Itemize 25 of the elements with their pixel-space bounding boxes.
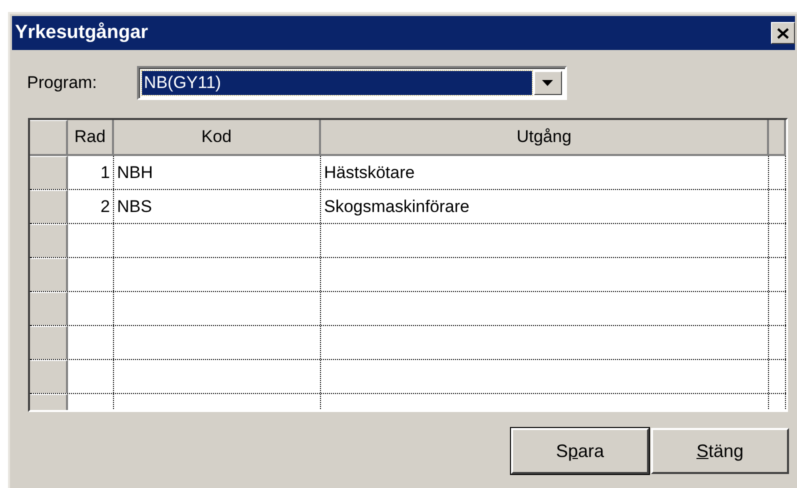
table-cell: Hästskötare <box>321 156 769 189</box>
table-cell: NBH <box>114 156 321 189</box>
row-header[interactable] <box>30 190 68 223</box>
dialog-button[interactable]: Spara <box>511 428 649 474</box>
caret-icon <box>542 80 554 86</box>
column-header[interactable]: Utgång <box>321 120 769 154</box>
row-header[interactable] <box>30 292 68 325</box>
table-cell: Skogsmaskinförare <box>321 190 769 223</box>
table-cell: 1 <box>68 156 114 189</box>
column-header[interactable]: Rad <box>68 120 114 154</box>
table-cell: NBS <box>114 190 321 223</box>
row-header[interactable] <box>30 258 68 291</box>
row-header[interactable] <box>30 156 68 189</box>
dialog-button[interactable]: Stäng <box>651 428 789 474</box>
table-cell: 2 <box>68 190 114 223</box>
program-label: Program: <box>27 73 97 93</box>
row-header[interactable] <box>30 360 68 393</box>
close-button[interactable] <box>771 22 795 44</box>
row-header[interactable] <box>30 326 68 359</box>
program-dropdown[interactable]: NB(GY11) <box>136 66 567 100</box>
window-title: Yrkesutgångar <box>15 22 148 44</box>
close-icon <box>777 28 789 38</box>
row-header[interactable] <box>30 224 68 257</box>
column-header[interactable]: Kod <box>114 120 321 154</box>
dropdown-button[interactable] <box>534 71 562 95</box>
